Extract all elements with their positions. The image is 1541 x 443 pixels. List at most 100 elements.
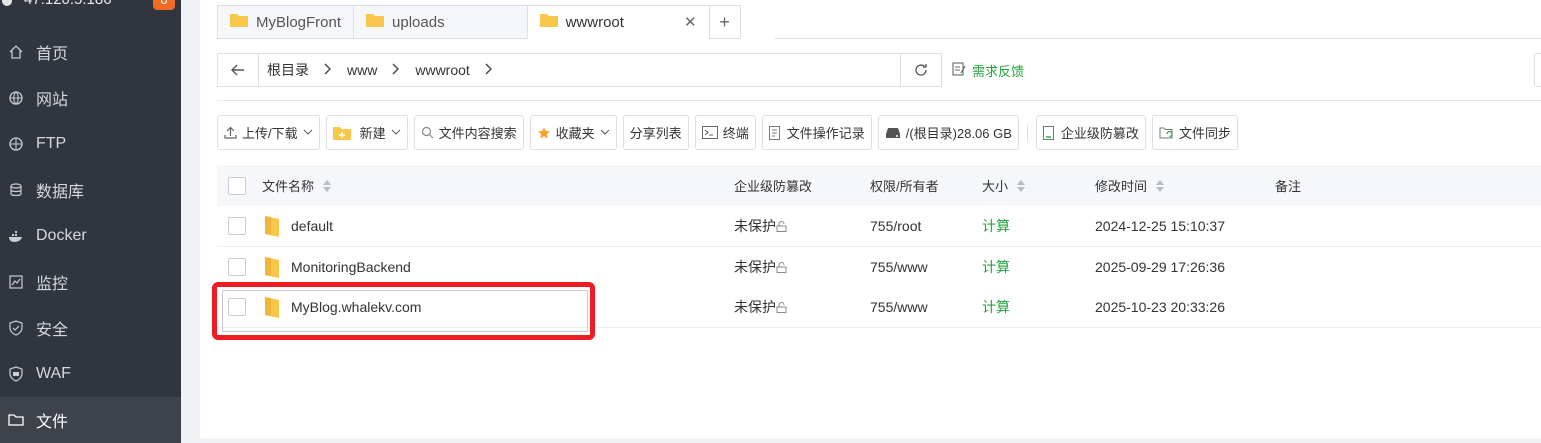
- unlock-icon[interactable]: [776, 261, 787, 273]
- notification-badge[interactable]: 0: [153, 0, 175, 10]
- perm-cell[interactable]: 755/root: [870, 218, 921, 234]
- select-all-checkbox[interactable]: [228, 176, 246, 195]
- sidebar-item-security[interactable]: 安全: [0, 305, 181, 351]
- row-checkbox[interactable]: [228, 298, 246, 316]
- sidebar-item-website[interactable]: 网站: [0, 75, 181, 121]
- row-checkbox[interactable]: [228, 258, 246, 276]
- sidebar-item-docker[interactable]: Docker: [0, 213, 181, 259]
- chevron-down-icon: [600, 129, 610, 136]
- sidebar-item-waf[interactable]: WAF: [0, 351, 181, 397]
- new-button[interactable]: 新建: [325, 115, 408, 150]
- file-name-cell[interactable]: default: [262, 214, 333, 238]
- protect-cell[interactable]: 未保护: [734, 257, 787, 277]
- sort-icon[interactable]: [322, 179, 332, 193]
- close-icon[interactable]: ✕: [684, 13, 697, 31]
- folder-icon: [366, 13, 385, 31]
- file-sync-label: 文件同步: [1178, 126, 1231, 141]
- size-calc-link[interactable]: 计算: [982, 257, 1010, 277]
- sidebar-item-database[interactable]: 数据库: [0, 167, 181, 213]
- sort-icon[interactable]: [1016, 179, 1026, 193]
- unlock-icon[interactable]: [776, 301, 787, 313]
- file-name-cell[interactable]: MyBlog.whalekv.com: [262, 295, 421, 319]
- sidebar-item-label: Docker: [36, 227, 87, 244]
- protect-cell[interactable]: 未保护: [734, 297, 787, 317]
- tamper-label: 企业级防篡改: [1060, 126, 1139, 141]
- tab-myblogfront[interactable]: MyBlogFront: [217, 5, 355, 39]
- header-name-label: 文件名称: [262, 179, 315, 194]
- back-button[interactable]: [218, 54, 259, 86]
- crumb-root[interactable]: 根目录: [267, 60, 309, 80]
- tab-uploads[interactable]: uploads: [353, 5, 528, 39]
- docker-icon: [8, 228, 24, 244]
- header-note: 备注: [1275, 179, 1302, 194]
- refresh-icon: [915, 64, 927, 76]
- chevron-down-icon: [391, 129, 401, 136]
- protect-status: 未保护: [734, 218, 776, 234]
- content-search-button[interactable]: 文件内容搜索: [413, 115, 524, 150]
- file-name[interactable]: default: [291, 218, 333, 234]
- tamper-icon: [1042, 125, 1056, 140]
- file-name-cell[interactable]: MonitoringBackend: [262, 255, 411, 279]
- header-size[interactable]: 大小: [982, 176, 1026, 195]
- upload-download-button[interactable]: 上传/下载: [217, 115, 320, 150]
- sidebar-item-home[interactable]: 首页: [0, 29, 181, 75]
- unlock-icon[interactable]: [776, 220, 787, 232]
- sidebar-item-label: 数据库: [36, 184, 85, 201]
- protect-status: 未保护: [734, 299, 776, 315]
- file-sync-button[interactable]: 文件同步: [1151, 115, 1238, 150]
- row-checkbox[interactable]: [228, 217, 246, 235]
- chevron-down-icon: [303, 129, 313, 136]
- tab-wwwroot[interactable]: wwwroot ✕: [526, 5, 710, 39]
- new-folder-icon: [332, 126, 351, 140]
- header-mtime[interactable]: 修改时间: [1095, 176, 1165, 195]
- header-mtime-label: 修改时间: [1095, 179, 1148, 194]
- file-name[interactable]: MyBlog.whalekv.com: [291, 299, 421, 315]
- favorites-button[interactable]: 收藏夹: [529, 115, 617, 150]
- mtime-cell: 2025-09-29 17:26:36: [1095, 259, 1225, 275]
- refresh-button[interactable]: [900, 53, 942, 87]
- tab-divider: [775, 38, 1541, 39]
- table-row[interactable]: MyBlog.whalekv.com 未保护 755/www 计算 2025-1…: [217, 287, 1541, 328]
- disk-button[interactable]: /(根目录)28.06 GB: [877, 115, 1019, 150]
- crumb-wwwroot[interactable]: wwwroot: [415, 62, 469, 78]
- protect-cell[interactable]: 未保护: [734, 216, 787, 236]
- terminal-label: 终端: [722, 126, 749, 141]
- table-row[interactable]: MonitoringBackend 未保护 755/www 计算 2025-09…: [217, 247, 1541, 288]
- perm-cell[interactable]: 755/www: [870, 299, 928, 315]
- ftp-globe-icon: [8, 136, 24, 152]
- shield-icon: [8, 320, 24, 336]
- table-row[interactable]: default 未保护 755/root 计算 2024-12-25 15:10…: [217, 206, 1541, 247]
- add-tab-button[interactable]: +: [708, 5, 741, 39]
- path-tabs: MyBlogFront uploads wwwroot ✕ +: [217, 5, 741, 39]
- file-name[interactable]: MonitoringBackend: [291, 259, 411, 275]
- globe-icon: [8, 90, 24, 106]
- chevron-right-icon: [484, 62, 492, 78]
- operation-log-label: 文件操作记录: [786, 126, 865, 141]
- tamper-protection-button[interactable]: 企业级防篡改: [1035, 115, 1146, 150]
- address-bar[interactable]: 根目录 www wwwroot: [217, 53, 941, 87]
- toolbar-divider: [1026, 124, 1028, 141]
- share-list-button[interactable]: 分享列表: [622, 115, 689, 150]
- table-header: 文件名称 企业级防篡改 权限/所有者 大小 修改时间 备注: [217, 165, 1541, 206]
- feedback-icon: [952, 62, 966, 79]
- chevron-right-icon: [323, 62, 331, 78]
- search-box-edge[interactable]: [1534, 53, 1541, 87]
- sidebar-item-monitor[interactable]: 监控: [0, 259, 181, 305]
- perm-cell[interactable]: 755/www: [870, 259, 928, 275]
- breadcrumb: 根目录 www wwwroot: [259, 60, 508, 80]
- sidebar-item-files[interactable]: 文件: [0, 397, 181, 443]
- tab-label: MyBlogFront: [256, 13, 342, 31]
- sort-icon[interactable]: [1155, 179, 1165, 193]
- operation-log-button[interactable]: 文件操作记录: [761, 115, 872, 150]
- size-calc-link[interactable]: 计算: [982, 297, 1010, 317]
- server-icon: [2, 0, 12, 6]
- divider: [217, 100, 1541, 101]
- header-name[interactable]: 文件名称: [262, 176, 332, 195]
- size-calc-link[interactable]: 计算: [982, 216, 1010, 236]
- protect-status: 未保护: [734, 259, 776, 275]
- terminal-button[interactable]: 终端: [694, 115, 756, 150]
- crumb-www[interactable]: www: [347, 62, 377, 78]
- sidebar-item-ftp[interactable]: FTP: [0, 121, 181, 167]
- feedback-link[interactable]: 需求反馈: [952, 61, 1024, 80]
- search-label: 文件内容搜索: [438, 126, 517, 141]
